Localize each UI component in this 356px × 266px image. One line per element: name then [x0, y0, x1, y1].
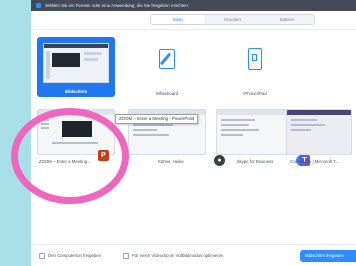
tile-label: Core-Team | Microsoft T... [290, 159, 340, 164]
title-bar: Wählen Sie ein Fenster oder eine Anwendu… [31, 0, 356, 11]
zoom-app-icon [36, 3, 41, 8]
optimize-video-checkbox[interactable] [123, 253, 129, 259]
tab-files[interactable]: Dateien [260, 15, 314, 24]
tile-teams-window[interactable]: T Core-Team | Microsoft T... [286, 109, 352, 169]
computer-sound-checkbox[interactable] [39, 253, 45, 259]
tile-label: Skype for Business [236, 159, 274, 164]
tab-basic[interactable]: Basic [151, 15, 206, 24]
divider [31, 29, 356, 30]
tab-advanced[interactable]: Erweitert [205, 15, 259, 24]
optimize-video-label: Für einen Videoclip im Vollbildmodus opt… [132, 252, 224, 258]
tile-powerpoint-window[interactable]: P ZOOM – Enter a Meeting... [37, 109, 115, 169]
tile-desktop-screen[interactable]: Bildschirm [37, 37, 115, 97]
share-screen-dialog: Wählen Sie ein Fenster oder eine Anwendu… [31, 0, 356, 266]
tile-label: Kühne, Heike [158, 159, 184, 164]
window-title: Wählen Sie ein Fenster oder eine Anwendu… [45, 3, 190, 8]
window-thumbnail [286, 109, 352, 155]
whiteboard-icon [155, 47, 179, 71]
tile-whiteboard[interactable]: Whiteboard [128, 37, 206, 97]
tile-label: ZOOM – Enter a Meeting... [39, 159, 91, 164]
ipad-icon [243, 47, 267, 71]
share-screen-button[interactable]: Bildschirm freigeben [300, 250, 356, 262]
monitor-icon [43, 43, 109, 83]
tile-label: Bildschirm [64, 89, 88, 94]
tile-label: Whiteboard [156, 91, 178, 96]
tile-skype-window[interactable]: S Skype for Business [216, 109, 307, 169]
window-thumbnail [37, 109, 115, 155]
window-tooltip: ZOOM – Enter a Meeting - PowerPoint [115, 114, 199, 124]
computer-sound-label: Den Computerton freigeben [48, 252, 102, 258]
tile-iphone-ipad[interactable]: iPhone/iPad [216, 37, 294, 97]
window-thumbnail [216, 109, 294, 155]
share-tabs: Basic Erweitert Dateien [150, 14, 315, 25]
bottom-bar: Den Computerton freigeben Für einen Vide… [31, 244, 356, 266]
tile-label: iPhone/iPad [243, 91, 267, 96]
